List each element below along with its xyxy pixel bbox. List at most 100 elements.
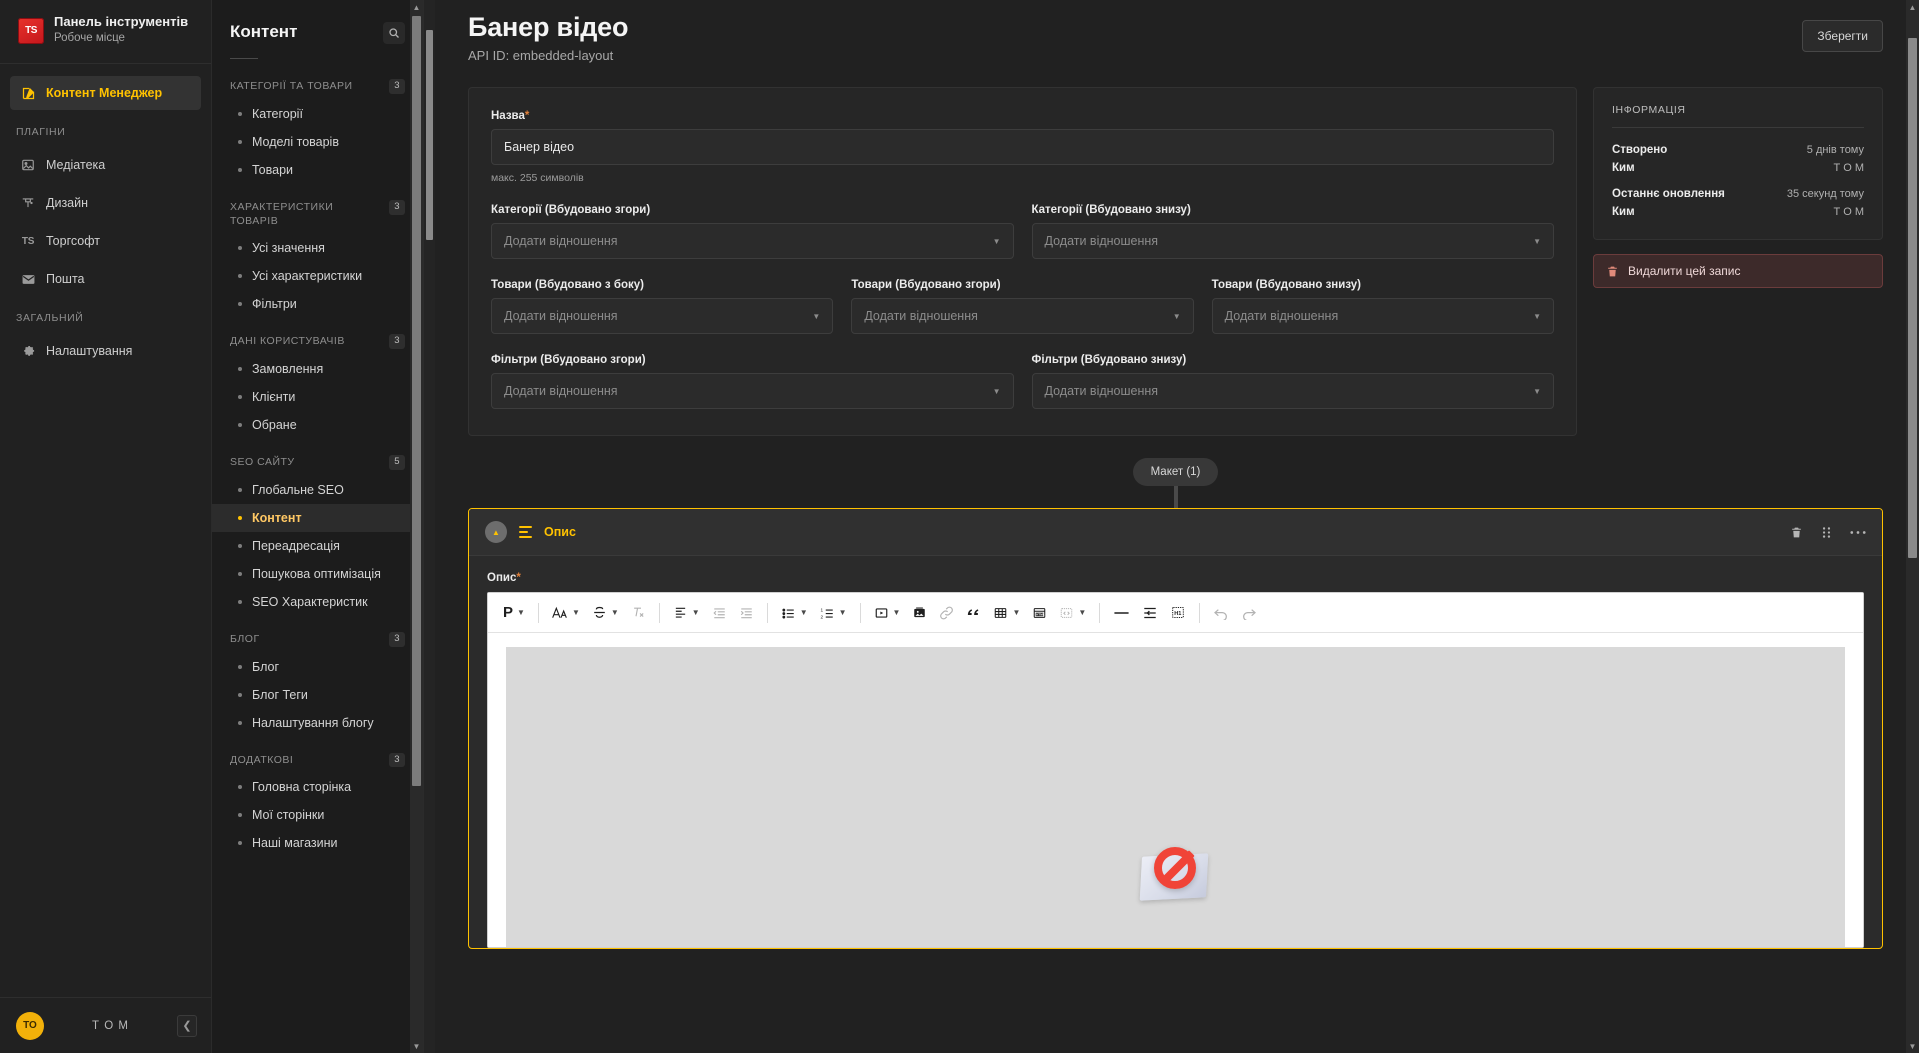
insert-image-button[interactable] [906, 602, 933, 624]
horizontal-rule-button[interactable] [1107, 603, 1136, 623]
divider [1612, 127, 1864, 128]
list-item[interactable]: Пошукова оптимізація [212, 560, 423, 588]
ellipsis-icon[interactable] [1850, 530, 1866, 535]
info-value: Т О М [1833, 162, 1864, 174]
sidebar-item-mail[interactable]: Пошта [10, 262, 201, 296]
undo-button[interactable] [1207, 602, 1235, 624]
sidebar-item-design[interactable]: Дизайн [10, 186, 201, 220]
list-item[interactable]: Категорії [212, 100, 423, 128]
decrease-indent-button[interactable] [706, 602, 733, 624]
search-icon[interactable] [383, 22, 405, 44]
sidebar-item-settings[interactable]: Налаштування [10, 334, 201, 368]
image-icon [20, 157, 36, 173]
clear-formatting-button[interactable] [625, 601, 652, 624]
relation-select-categories-bottom[interactable]: Додати відношення ▼ [1031, 223, 1554, 259]
html-block-button[interactable]: HTML [1026, 602, 1053, 624]
relation-select-categories-top[interactable]: Додати відношення ▼ [491, 223, 1014, 259]
insert-link-button[interactable] [933, 602, 960, 624]
list-item[interactable]: Моделі товарів [212, 128, 423, 156]
chevron-left-icon[interactable]: ❮ [177, 1014, 197, 1037]
toolbar-divider [1199, 602, 1201, 623]
paragraph-style-button[interactable]: P ▼ [497, 600, 531, 625]
redo-button[interactable] [1235, 602, 1263, 624]
list-item[interactable]: Блог Теги [212, 681, 423, 709]
relation-select-products-side[interactable]: Додати відношення ▼ [491, 298, 834, 334]
delete-entry-button[interactable]: Видалити цей запис [1593, 254, 1883, 288]
chevron-down-icon: ▼ [517, 608, 525, 617]
scrollbar-track[interactable] [410, 14, 423, 1039]
list-item[interactable]: Головна сторінка [212, 773, 423, 801]
sidebar-item-media-library[interactable]: Медіатека [10, 148, 201, 182]
list-item[interactable]: Налаштування блогу [212, 709, 423, 737]
list-item[interactable]: Замовлення [212, 355, 423, 383]
font-size-button[interactable]: ▼ [546, 602, 586, 624]
sidebar-item-torgsoft[interactable]: TS Торгсофт [10, 224, 201, 258]
current-user-label: Т О М [92, 1019, 129, 1032]
page-break-button[interactable] [1136, 602, 1164, 624]
placeholder-text: Додати відношення [1044, 234, 1159, 248]
drag-lines-icon[interactable] [519, 525, 532, 539]
chevron-down-icon: ▼ [1172, 311, 1181, 321]
scroll-down-icon[interactable]: ▼ [1906, 1039, 1919, 1053]
sidebar-item-content-manager[interactable]: Контент Менеджер [10, 76, 201, 110]
list-item[interactable]: Переадресація [212, 532, 423, 560]
strikethrough-button[interactable]: ▼ [586, 601, 625, 624]
relation-row-categories: Категорії (Вбудовано згори) Додати відно… [491, 204, 1554, 259]
avatar[interactable]: ТО [16, 1011, 44, 1040]
list-item[interactable]: SEO Характеристик [212, 588, 423, 616]
scrollbar-thumb[interactable] [426, 30, 433, 240]
save-button[interactable]: Зберегти [1802, 20, 1883, 52]
text-align-button[interactable]: ▼ [667, 602, 706, 624]
info-row: Ким Т О М [1612, 203, 1864, 221]
list-item[interactable]: Усі значення [212, 234, 423, 262]
relation-select-products-bottom[interactable]: Додати відношення ▼ [1211, 298, 1554, 334]
main-scrollbar[interactable]: ▲ ▼ [1906, 0, 1919, 1053]
list-item[interactable]: Глобальне SEO [212, 476, 423, 504]
content-pane-scrollbar[interactable]: ▲ ▼ [410, 0, 423, 1053]
nav-primary-section: Контент Менеджер [0, 64, 211, 112]
main-left-scrollbar[interactable] [424, 0, 435, 1053]
dynamic-zone-badge[interactable]: Макет (1) [1132, 458, 1219, 486]
group-title: КАТЕГОРІЇ ТА ТОВАРИ [230, 80, 353, 92]
relation-select-filters-top[interactable]: Додати відношення ▼ [491, 373, 1014, 409]
info-row: Створено 5 днів тому [1612, 141, 1864, 159]
relation-select-filters-bottom[interactable]: Додати відношення ▼ [1031, 373, 1554, 409]
relation-select-products-top[interactable]: Додати відношення ▼ [851, 298, 1194, 334]
blockquote-button[interactable] [960, 602, 987, 623]
insert-video-button[interactable]: ▼ [868, 602, 907, 624]
scroll-up-icon[interactable]: ▲ [1906, 0, 1919, 14]
chevron-up-icon[interactable]: ▲ [485, 521, 507, 543]
scrollbar-thumb[interactable] [1908, 38, 1917, 558]
scrollbar-thumb[interactable] [412, 16, 421, 786]
code-embed-button[interactable]: ▼ [1053, 602, 1092, 624]
list-item[interactable]: Фільтри [212, 290, 423, 318]
trash-icon[interactable] [1790, 526, 1803, 539]
brand-header[interactable]: TS Панель інструментів Робоче місце [0, 0, 211, 64]
list-item[interactable]: Обране [212, 411, 423, 439]
sidebar-item-content[interactable]: Контент [212, 503, 423, 532]
heading-block-button[interactable]: H1 [1164, 601, 1192, 624]
bullet-list-button[interactable]: ▼ [775, 602, 814, 624]
grid-dots-icon[interactable] [1821, 526, 1832, 539]
increase-indent-button[interactable] [733, 602, 760, 624]
list-item[interactable]: Блог [212, 653, 423, 681]
list-item[interactable]: Наші магазини [212, 829, 423, 857]
numbered-list-button[interactable]: 1 2 ▼ [814, 602, 853, 624]
editor-content-outer [488, 633, 1863, 947]
toolbar-divider [766, 602, 768, 623]
list-item[interactable]: Мої сторінки [212, 801, 423, 829]
name-input[interactable] [491, 129, 1554, 165]
list-item[interactable]: Клієнти [212, 383, 423, 411]
insert-table-button[interactable]: ▼ [987, 602, 1026, 624]
scroll-down-icon[interactable]: ▼ [410, 1039, 423, 1053]
list-item-label: Товари [252, 162, 293, 177]
relation-row-products: Товари (Вбудовано з боку) Додати відноше… [491, 279, 1554, 334]
list-item[interactable]: Усі характеристики [212, 262, 423, 290]
required-marker: * [524, 110, 530, 122]
scroll-up-icon[interactable]: ▲ [410, 0, 423, 14]
field-label: Товари (Вбудовано знизу) [1211, 279, 1361, 291]
list-item[interactable]: Товари [212, 156, 423, 184]
field-label: Товари (Вбудовано згори) [851, 279, 1001, 291]
info-key: Ким [1612, 162, 1635, 174]
editor-canvas[interactable] [506, 647, 1845, 947]
